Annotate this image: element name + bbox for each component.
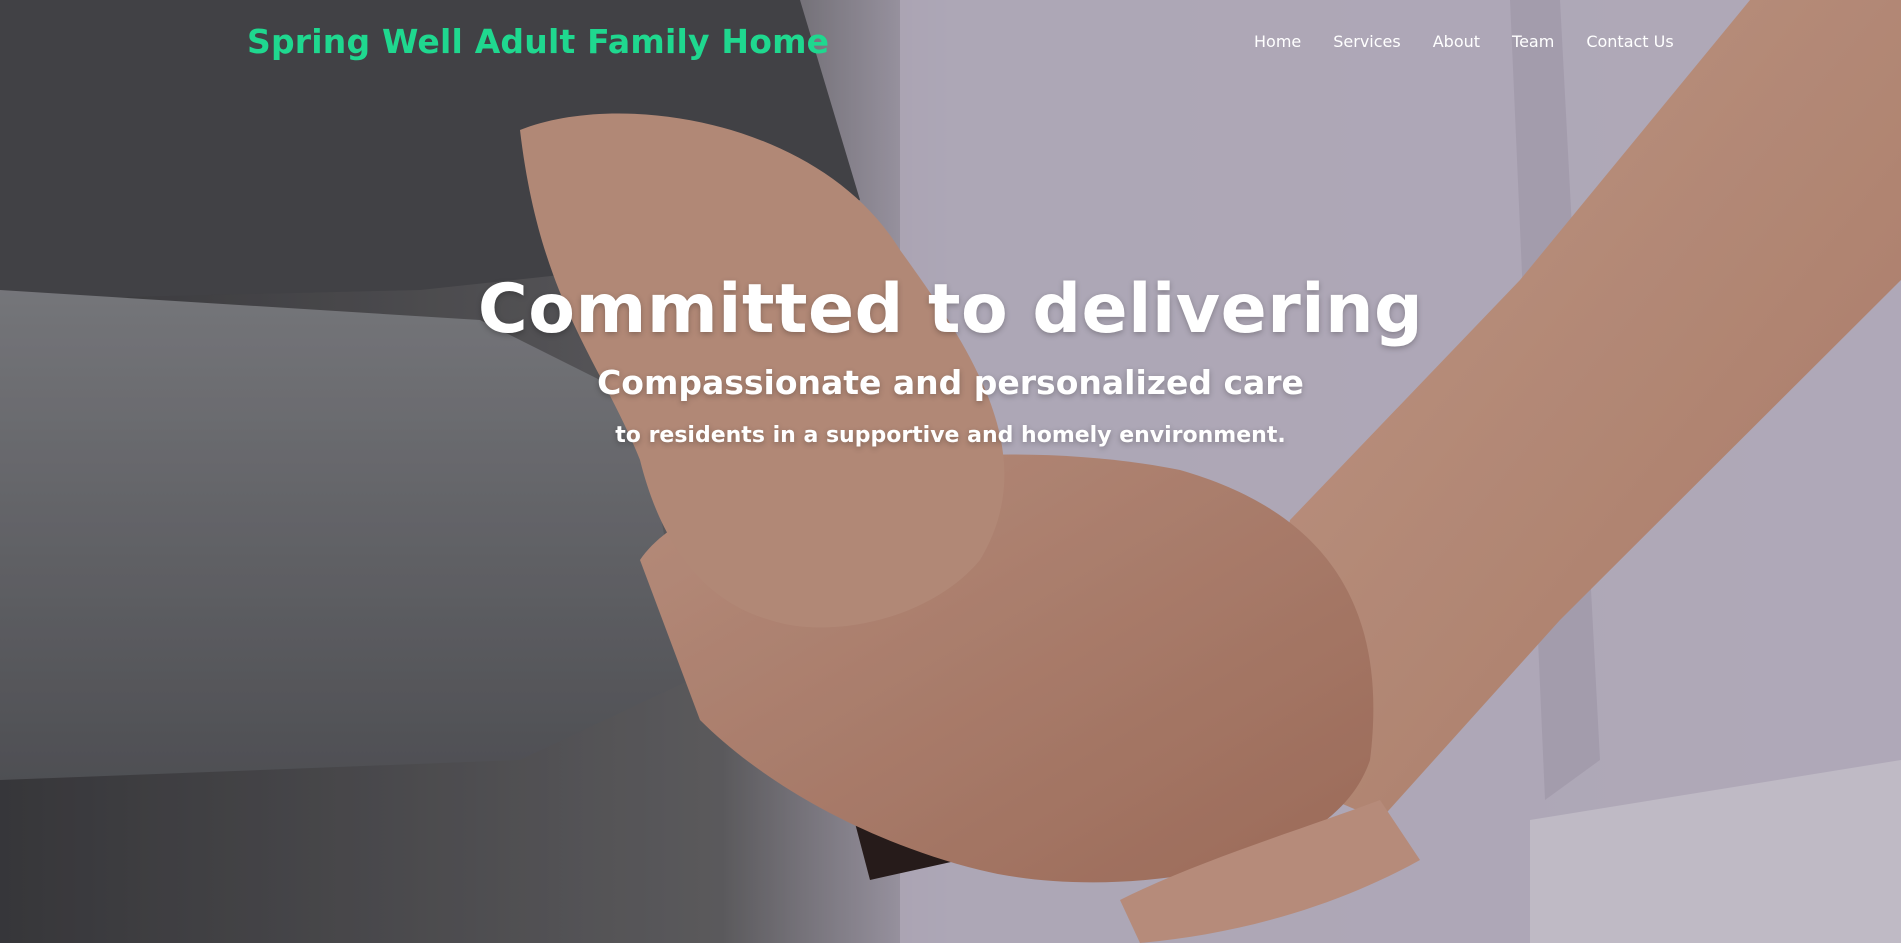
nav-link-about[interactable]: About	[1433, 32, 1480, 51]
brand-logo-link[interactable]: Spring Well Adult Family Home	[247, 22, 829, 61]
nav-link-home[interactable]: Home	[1254, 32, 1301, 51]
nav-menu: Home Services About Team Contact Us	[1254, 32, 1674, 51]
top-navbar: Spring Well Adult Family Home Home Servi…	[0, 0, 1901, 86]
nav-item-team: Team	[1512, 32, 1554, 51]
hero-section: Spring Well Adult Family Home Home Servi…	[0, 0, 1901, 943]
hero-overlay	[0, 0, 1901, 943]
nav-link-team[interactable]: Team	[1512, 32, 1554, 51]
nav-item-home: Home	[1254, 32, 1301, 51]
hero-tagline: to residents in a supportive and homely …	[615, 423, 1286, 448]
nav-item-services: Services	[1333, 32, 1400, 51]
hero-subheadline: Compassionate and personalized care	[597, 363, 1304, 402]
nav-item-contact: Contact Us	[1586, 32, 1673, 51]
nav-item-about: About	[1433, 32, 1480, 51]
nav-link-contact-us[interactable]: Contact Us	[1586, 32, 1673, 51]
hero-headline: Committed to delivering	[477, 270, 1424, 349]
nav-link-services[interactable]: Services	[1333, 32, 1400, 51]
